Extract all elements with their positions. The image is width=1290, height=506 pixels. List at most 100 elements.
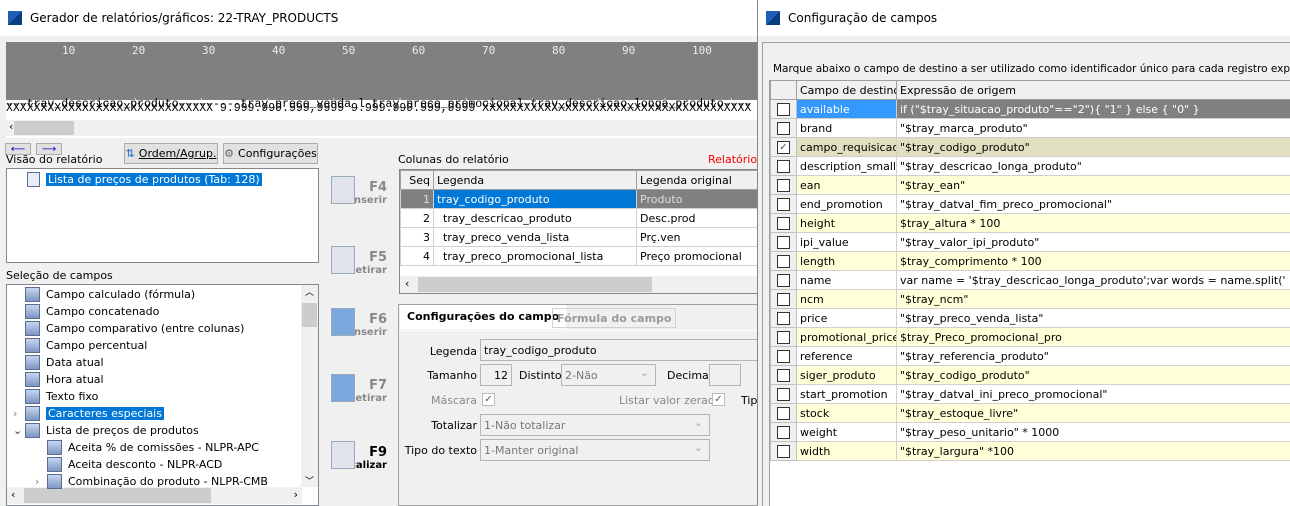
- source-expression[interactable]: "$tray_codigo_produto": [896, 137, 1290, 157]
- scroll-left-icon[interactable]: ‹: [11, 488, 15, 501]
- field-row[interactable]: price "$tray_preco_venda_lista": [770, 308, 1290, 328]
- field-tree-item[interactable]: › Caracteres especiais: [13, 405, 164, 422]
- source-expression[interactable]: "$tray_ean": [896, 175, 1290, 195]
- source-expression[interactable]: "$tray_descricao_longa_produto": [896, 156, 1290, 176]
- totalizar-select[interactable]: 1-Não totalizar: [480, 414, 710, 436]
- decimais-input[interactable]: [709, 364, 741, 386]
- field-row[interactable]: brand "$tray_marca_produto": [770, 118, 1290, 138]
- scroll-thumb[interactable]: [418, 277, 652, 292]
- unique-id-checkbox[interactable]: [777, 406, 790, 420]
- field-row[interactable]: available if ("$tray_situacao_produto"=="…: [770, 99, 1290, 119]
- scroll-down-icon[interactable]: ﹀: [305, 474, 314, 487]
- unique-id-checkbox[interactable]: [777, 102, 790, 116]
- unique-id-checkbox[interactable]: [777, 444, 790, 458]
- table-row[interactable]: 4 tray_preco_promocional_lista Preço promo…: [400, 246, 757, 266]
- field-tree-item[interactable]: ⌄ Lista de preços de produtos: [13, 422, 199, 439]
- unique-id-checkbox[interactable]: [777, 368, 790, 382]
- source-expression[interactable]: if ("$tray_situacao_produto"=="2"){ "1" …: [896, 99, 1290, 119]
- legenda-input[interactable]: tray_codigo_produto: [480, 339, 757, 361]
- unique-id-checkbox[interactable]: [777, 273, 790, 287]
- field-tree-item[interactable]: Campo comparativo (entre colunas): [25, 320, 244, 337]
- field-row[interactable]: ✓ campo_requisicao "$tray_codigo_produto": [770, 137, 1290, 157]
- distinto-select[interactable]: 2-Não: [561, 364, 656, 386]
- field-tree-item[interactable]: Data atual: [25, 354, 104, 371]
- mascara-checkbox[interactable]: ✓: [482, 393, 495, 406]
- field-row[interactable]: promotional_price $tray_Preco_promocional…: [770, 327, 1290, 347]
- scroll-up-icon[interactable]: ︿: [305, 285, 314, 298]
- field-row[interactable]: reference "$tray_referencia_produto": [770, 346, 1290, 366]
- expand-icon[interactable]: ›: [35, 475, 39, 488]
- source-expression[interactable]: "$tray_preco_venda_lista": [896, 308, 1290, 328]
- field-row[interactable]: name var name = '$tray_descricao_longa_pr…: [770, 270, 1290, 290]
- fkey-f5-button[interactable]: F5 Retirar: [327, 246, 387, 276]
- source-expression[interactable]: "$tray_ncm": [896, 289, 1290, 309]
- field-tree-item[interactable]: Aceita desconto - NLPR-ACD: [47, 456, 222, 473]
- order-group-button[interactable]: ⇅ Ordem/Agrup.: [124, 143, 218, 164]
- field-row[interactable]: weight "$tray_peso_unitario" * 1000: [770, 422, 1290, 442]
- field-row[interactable]: ean "$tray_ean": [770, 175, 1290, 195]
- unique-id-checkbox[interactable]: [777, 387, 790, 401]
- field-row[interactable]: height $tray_altura * 100: [770, 213, 1290, 233]
- tab-field-config[interactable]: Configurações do campo: [400, 305, 567, 329]
- field-row[interactable]: end_promotion "$tray_datval_fim_preco_pro…: [770, 194, 1290, 214]
- header-destination[interactable]: Campo de destino: [796, 80, 897, 100]
- unique-id-checkbox[interactable]: [777, 254, 790, 268]
- tree-item-report[interactable]: Lista de preços de produtos (Tab: 128): [27, 171, 262, 188]
- source-expression[interactable]: "$tray_datval_fim_preco_promocional": [896, 194, 1290, 214]
- unique-id-checkbox[interactable]: [777, 178, 790, 192]
- field-row[interactable]: length $tray_comprimento * 100: [770, 251, 1290, 271]
- source-expression[interactable]: $tray_comprimento * 100: [896, 251, 1290, 271]
- field-tree-item[interactable]: Campo percentual: [25, 337, 147, 354]
- header-expression[interactable]: Expressão de origem: [896, 80, 1290, 100]
- field-row[interactable]: stock "$tray_estoque_livre": [770, 403, 1290, 423]
- tipo-texto-select[interactable]: 1-Manter original: [480, 439, 710, 461]
- column-header[interactable]: Legenda original: [636, 170, 757, 190]
- scroll-left-icon[interactable]: ‹: [9, 120, 13, 133]
- settings-button[interactable]: ⚙ Configurações: [223, 143, 318, 164]
- unique-id-checkbox[interactable]: [777, 349, 790, 363]
- unique-id-checkbox[interactable]: [777, 121, 790, 135]
- source-expression[interactable]: var name = '$tray_descricao_longa_produt…: [896, 270, 1290, 290]
- preview-scrollbar[interactable]: ‹: [6, 120, 757, 136]
- field-row[interactable]: description_small "$tray_descricao_longa_…: [770, 156, 1290, 176]
- field-tree-item[interactable]: › Combinação do produto - NLPR-CMB: [35, 473, 268, 490]
- source-expression[interactable]: $tray_Preco_promocional_pro: [896, 327, 1290, 347]
- unique-id-checkbox[interactable]: [777, 159, 790, 173]
- scroll-right-icon[interactable]: ›: [294, 488, 298, 501]
- unique-id-checkbox[interactable]: [777, 330, 790, 344]
- source-expression[interactable]: "$tray_codigo_produto": [896, 365, 1290, 385]
- source-expression[interactable]: "$tray_estoque_livre": [896, 403, 1290, 423]
- scroll-thumb[interactable]: [302, 303, 317, 327]
- source-expression[interactable]: "$tray_marca_produto": [896, 118, 1290, 138]
- fkey-f7-button[interactable]: F7 Retirar: [327, 374, 387, 404]
- fkey-f9-button[interactable]: F9 Localizar: [327, 441, 387, 471]
- table-row[interactable]: 2 tray_descricao_produto Desc.prod: [400, 208, 757, 228]
- field-row[interactable]: width "$tray_largura" *100: [770, 441, 1290, 461]
- source-expression[interactable]: "$tray_referencia_produto": [896, 346, 1290, 366]
- table-row[interactable]: 1 tray_codigo_produto Produto: [400, 189, 757, 209]
- expand-icon[interactable]: ›: [13, 407, 17, 420]
- field-tree-item[interactable]: Campo concatenado: [25, 303, 159, 320]
- unique-id-checkbox[interactable]: [777, 235, 790, 249]
- field-row[interactable]: ncm "$tray_ncm": [770, 289, 1290, 309]
- field-tree-item[interactable]: Texto fixo: [25, 388, 98, 405]
- unique-id-checkbox[interactable]: [777, 425, 790, 439]
- field-tree-item[interactable]: Hora atual: [25, 371, 104, 388]
- fkey-f4-button[interactable]: F4 Inserir: [327, 176, 387, 206]
- field-row[interactable]: ipi_value "$tray_valor_ipi_produto": [770, 232, 1290, 252]
- source-expression[interactable]: "$tray_datval_ini_preco_promocional": [896, 384, 1290, 404]
- columns-scrollbar[interactable]: ‹: [400, 276, 757, 293]
- column-header[interactable]: Legenda: [433, 170, 637, 190]
- unique-id-checkbox[interactable]: [777, 311, 790, 325]
- unique-id-checkbox[interactable]: [777, 216, 790, 230]
- tab-field-formula[interactable]: Fórmula do campo: [552, 308, 677, 328]
- source-expression[interactable]: $tray_altura * 100: [896, 213, 1290, 233]
- unique-id-checkbox[interactable]: [777, 197, 790, 211]
- field-row[interactable]: siger_produto "$tray_codigo_produto": [770, 365, 1290, 385]
- unique-id-checkbox[interactable]: [777, 292, 790, 306]
- scroll-thumb[interactable]: [14, 121, 74, 135]
- unique-id-checkbox[interactable]: ✓: [777, 140, 790, 154]
- field-row[interactable]: start_promotion "$tray_datval_ini_preco_p…: [770, 384, 1290, 404]
- source-expression[interactable]: "$tray_valor_ipi_produto": [896, 232, 1290, 252]
- column-header[interactable]: Seq: [400, 170, 434, 190]
